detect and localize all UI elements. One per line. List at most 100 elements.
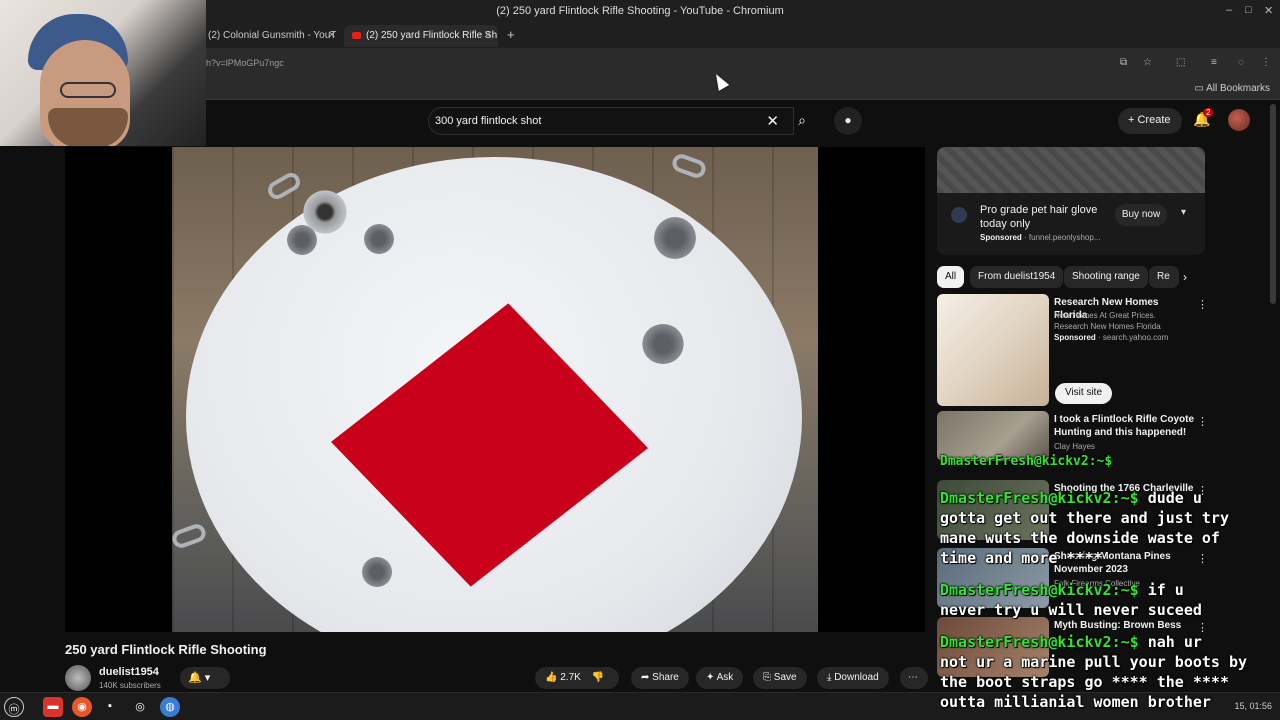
video-thumbnail (937, 294, 1049, 406)
tab-colonial-gunsmith[interactable]: (2) Colonial Gunsmith - YouT ✕ (200, 25, 342, 47)
share-icon: ➦ (641, 672, 653, 683)
tab-label: (2) Colonial Gunsmith - YouT (208, 30, 337, 41)
install-app-icon[interactable]: ⧉ (1120, 57, 1127, 68)
extensions-icon[interactable]: ⬚ (1176, 57, 1185, 68)
glasses (60, 82, 116, 98)
account-avatar[interactable] (1228, 109, 1250, 131)
url-field[interactable]: h?v=lPMoGPu7ngc (206, 58, 284, 68)
clear-search-icon[interactable]: ✕ (766, 112, 779, 130)
bookmark-star-icon[interactable]: ☆ (1143, 57, 1152, 68)
notifications-bell-icon[interactable]: 🔔 2 (1193, 108, 1214, 128)
bell-icon: 🔔 (188, 672, 202, 684)
channel-avatar[interactable] (65, 665, 91, 691)
chevron-down-icon[interactable]: ▾ (1181, 207, 1186, 218)
chat-message: time and more **** (940, 549, 1103, 567)
search-query: 300 yard flintlock shot (435, 115, 542, 127)
chat-message: gotta get out there and just try (940, 509, 1229, 527)
webcam-overlay (0, 0, 206, 146)
search-input[interactable]: 300 yard flintlock shot ✕ (428, 107, 794, 135)
chip-all[interactable]: All (937, 266, 965, 288)
save-button[interactable]: ⎘ Save (753, 667, 807, 689)
ad-line: New Homes At Great Prices. (1054, 311, 1156, 320)
minimize-button[interactable]: – (1226, 4, 1232, 16)
ask-button[interactable]: ✦ Ask (696, 667, 744, 689)
youtube-favicon-icon (352, 31, 361, 39)
buy-now-button[interactable]: Buy now (1115, 204, 1167, 226)
sparkle-icon: ✦ (706, 672, 717, 683)
create-label: Create (1137, 114, 1171, 126)
tab-close-icon[interactable]: ✕ (484, 30, 492, 41)
more-options-icon[interactable]: ⋮ (1197, 415, 1208, 428)
like-icon[interactable]: 👍 (545, 672, 557, 683)
browser-menu-icon[interactable]: ⋮ (1261, 57, 1271, 68)
chip-shooting-range[interactable]: Shooting range (1064, 266, 1148, 288)
subscription-bell-button[interactable]: 🔔 ▾ (180, 667, 230, 689)
chromium-icon[interactable]: ◍ (160, 697, 180, 717)
ask-label: Ask (716, 672, 734, 683)
filter-chips: All From duelist1954 Shooting range Re › (937, 266, 1197, 288)
share-label: Share (652, 672, 679, 683)
mounting-bolt (300, 187, 350, 237)
chip-more[interactable]: Re (1149, 266, 1179, 288)
chat-overlay: DmasterFresh@kickv2:~$ DmasterFresh@kick… (937, 455, 1280, 720)
file-manager-icon[interactable]: ▬ (43, 697, 63, 717)
video-frame (172, 147, 818, 632)
tab-label: (2) 250 yard Flintlock Rifle Sh (366, 30, 498, 41)
scrollbar[interactable] (1270, 104, 1276, 304)
chat-message: not ur a marine pull your boots by (940, 653, 1248, 671)
profile-icon[interactable]: ◌ (1238, 57, 1244, 68)
channel-name: Clay Hayes (1054, 442, 1095, 451)
chat-user: DmasterFresh@kickv2:~$ (940, 633, 1139, 651)
firefox-icon[interactable]: ◉ (72, 697, 92, 717)
chat-line: never try u will never suceed (940, 601, 1202, 620)
folder-icon: ▭ (1194, 83, 1207, 94)
chip-from-duelist1954[interactable]: From duelist1954 (970, 266, 1064, 288)
chevron-right-icon[interactable]: › (1183, 270, 1187, 284)
download-button[interactable]: ⤓ Download (817, 667, 889, 689)
bullet-impact (642, 324, 684, 364)
new-tab-button[interactable]: + (507, 27, 515, 42)
tab-flintlock-rifle[interactable]: (2) 250 yard Flintlock Rifle Sh ✕ (344, 25, 498, 47)
ad-title: Pro grade pet hair glove today only (980, 204, 1098, 230)
bullet-impact (362, 557, 392, 587)
share-button[interactable]: ➦ Share (631, 667, 689, 689)
save-label: Save (773, 672, 797, 683)
all-bookmarks-button[interactable]: ▭ All Bookmarks (1194, 83, 1270, 94)
visit-site-button[interactable]: Visit site (1055, 383, 1112, 404)
ad-sponsor-line: Sponsored · search.yahoo.com (1054, 333, 1169, 342)
maximize-button[interactable]: □ (1245, 4, 1252, 16)
bullet-impact (364, 224, 394, 254)
obs-icon[interactable]: ◎ (130, 697, 150, 717)
video-player[interactable] (65, 147, 925, 632)
like-count[interactable]: 2.7K (560, 672, 581, 683)
dislike-icon[interactable]: 👎 (592, 672, 604, 683)
voice-search-icon[interactable]: ● (834, 107, 862, 135)
sponsored-label: Sponsored (980, 233, 1022, 242)
terminal-icon[interactable]: ▪ (100, 697, 120, 717)
chat-line: outta millianial women brother (940, 693, 1211, 712)
subscriber-count: 140K subscribers (99, 681, 161, 690)
close-window-button[interactable]: ✕ (1264, 4, 1273, 17)
start-menu-icon[interactable]: ⓜ (4, 697, 24, 717)
more-options-icon[interactable]: ⋮ (1197, 298, 1208, 311)
chat-line: time and more **** (940, 549, 1103, 568)
ad-card[interactable]: Pro grade pet hair glove today only Spon… (937, 193, 1205, 255)
chat-message: nah ur (1138, 633, 1202, 651)
chat-line: gotta get out there and just try (940, 509, 1229, 528)
ad-sponsor-line: Sponsored · funnel.peonlyshop... (980, 233, 1101, 242)
chat-fragment: DmasterFresh@kickv2:~$ (940, 454, 1113, 469)
more-actions-button[interactable]: ⋯ (900, 667, 928, 689)
tab-close-icon[interactable]: ✕ (328, 30, 336, 41)
bookmark-icon: ⎘ (763, 672, 774, 683)
ad-domain: search.yahoo.com (1102, 333, 1169, 342)
download-label: Download (834, 672, 879, 683)
search-button[interactable]: ⌕ (786, 107, 818, 135)
all-bookmarks-label: All Bookmarks (1206, 83, 1270, 94)
chat-message: if u (1138, 581, 1184, 599)
channel-name[interactable]: duelist1954 (99, 666, 159, 678)
media-control-icon[interactable]: ≡ (1211, 57, 1217, 68)
create-button[interactable]: + Create (1118, 108, 1182, 134)
ad-banner-image[interactable] (937, 147, 1205, 193)
chat-message: never try u will never suceed (940, 601, 1202, 619)
ad-line: Research New Homes Florida (1054, 322, 1161, 331)
